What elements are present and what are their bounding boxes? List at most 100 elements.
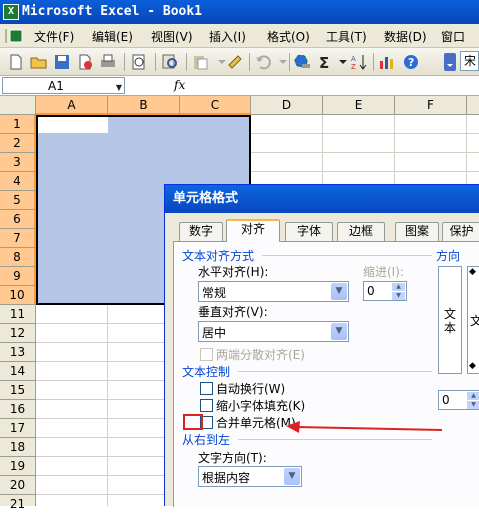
vertical-text-label: 文本: [444, 307, 457, 335]
menu-window[interactable]: 窗口: [441, 28, 465, 45]
row-header[interactable]: 7: [0, 229, 36, 248]
title-bar: X Microsoft Excel - Book1: [0, 0, 479, 24]
horizontal-align-select[interactable]: 常规 ▼: [198, 281, 349, 302]
spin-up-icon[interactable]: ▲: [467, 392, 479, 400]
text-direction-select[interactable]: 根据内容 ▼: [198, 466, 302, 487]
tab-border[interactable]: 边框: [337, 222, 385, 241]
paste-icon[interactable]: [191, 53, 209, 71]
alignment-panel: 文本对齐方式 水平对齐(H): 常规 ▼ 缩进(I): 0 ▲ ▼ 垂直对齐(V…: [173, 241, 479, 507]
spin-down-icon[interactable]: ▼: [392, 292, 405, 300]
row-header[interactable]: 19: [0, 457, 36, 476]
svg-text:?: ?: [408, 56, 414, 69]
row-header[interactable]: 15: [0, 381, 36, 400]
permission-icon[interactable]: [76, 53, 94, 71]
indent-value: 0: [367, 284, 375, 298]
row-header[interactable]: 2: [0, 134, 36, 153]
text-direction-value: 根据内容: [202, 471, 251, 485]
row-header[interactable]: 20: [0, 476, 36, 495]
menu-format[interactable]: 格式(O): [267, 28, 310, 45]
chevron-down-icon[interactable]: ▼: [284, 468, 300, 485]
column-header-b[interactable]: B: [108, 96, 180, 115]
menu-tools[interactable]: 工具(T): [326, 28, 367, 45]
spin-down-icon[interactable]: ▼: [467, 401, 479, 409]
indent-stepper[interactable]: 0 ▲ ▼: [363, 281, 407, 301]
menu-insert[interactable]: 插入(I): [209, 28, 246, 45]
chevron-down-icon[interactable]: ▼: [331, 323, 347, 340]
toolbar-options-icon[interactable]: [444, 53, 456, 71]
format-painter-icon[interactable]: [226, 53, 244, 71]
row-header[interactable]: 3: [0, 153, 36, 172]
autosum-icon[interactable]: Σ: [316, 53, 334, 71]
svg-text:A: A: [351, 55, 356, 63]
row-header[interactable]: 13: [0, 343, 36, 362]
distributed-checkbox[interactable]: [200, 348, 213, 361]
menu-view[interactable]: 视图(V): [151, 28, 193, 45]
tab-number[interactable]: 数字: [179, 222, 223, 241]
row-header[interactable]: 21: [0, 495, 36, 511]
insert-function-icon[interactable]: fx: [174, 78, 185, 92]
row-header[interactable]: 8: [0, 248, 36, 267]
menu-file[interactable]: 文件(F): [34, 28, 74, 45]
tab-alignment[interactable]: 对齐: [226, 219, 280, 242]
distributed-label: 两端分散对齐(E): [216, 348, 305, 362]
row-header[interactable]: 4: [0, 172, 36, 191]
orientation-bottom-dot: ◆: [469, 361, 476, 371]
vertical-align-select[interactable]: 居中 ▼: [198, 321, 349, 342]
active-cell[interactable]: [38, 117, 108, 133]
format-cells-dialog: 单元格格式 数字 对齐 字体 边框 图案 保护 文本对齐方式 水平对齐(H): …: [164, 184, 479, 507]
chevron-down-icon[interactable]: ▼: [331, 283, 347, 300]
annotation-highlight-box: [183, 414, 203, 430]
vertical-align-value: 居中: [202, 326, 227, 340]
row-header[interactable]: 9: [0, 267, 36, 286]
tab-patterns[interactable]: 图案: [395, 222, 439, 241]
text-alignment-group-label: 文本对齐方式: [182, 249, 255, 263]
vertical-text-box[interactable]: 文本: [438, 266, 462, 374]
sort-ascending-icon[interactable]: AZ: [350, 53, 368, 71]
menu-edit[interactable]: 编辑(E): [92, 28, 133, 45]
row-header[interactable]: 12: [0, 324, 36, 343]
menu-data[interactable]: 数据(D): [384, 28, 427, 45]
hyperlink-icon[interactable]: [293, 53, 311, 71]
orientation-group-label: 方向: [436, 249, 461, 263]
chart-wizard-icon[interactable]: [378, 53, 396, 71]
column-header-e[interactable]: E: [323, 96, 395, 115]
row-header[interactable]: 18: [0, 438, 36, 457]
save-icon[interactable]: [53, 53, 71, 71]
column-header-c[interactable]: C: [180, 96, 251, 115]
row-header[interactable]: 14: [0, 362, 36, 381]
select-all-corner[interactable]: [0, 96, 36, 115]
row-header[interactable]: 5: [0, 191, 36, 210]
research-icon[interactable]: [161, 53, 179, 71]
row-header[interactable]: 17: [0, 419, 36, 438]
column-header-g[interactable]: [467, 96, 479, 115]
help-icon[interactable]: ?: [402, 53, 420, 71]
print-preview-icon[interactable]: [130, 53, 148, 71]
row-header[interactable]: 11: [0, 305, 36, 324]
dialog-title: 单元格格式: [165, 185, 479, 213]
degrees-stepper[interactable]: 0 ▲ ▼: [438, 390, 479, 410]
open-icon[interactable]: [30, 53, 48, 71]
orientation-dial[interactable]: ◆ 文 ◆: [467, 266, 479, 374]
shrink-to-fit-checkbox[interactable]: [200, 399, 213, 412]
column-header-f[interactable]: F: [395, 96, 467, 115]
new-icon[interactable]: [7, 53, 25, 71]
row-header[interactable]: 6: [0, 210, 36, 229]
tab-protection[interactable]: 保护: [442, 222, 479, 241]
font-combo[interactable]: 宋: [460, 51, 479, 71]
row-header[interactable]: 1: [0, 115, 36, 134]
column-header-d[interactable]: D: [251, 96, 323, 115]
chevron-down-icon[interactable]: ▼: [116, 83, 122, 92]
wrap-text-label: 自动换行(W): [216, 382, 286, 396]
row-header[interactable]: 16: [0, 400, 36, 419]
tab-font[interactable]: 字体: [285, 222, 333, 241]
wrap-text-checkbox[interactable]: [200, 382, 213, 395]
spin-up-icon[interactable]: ▲: [392, 283, 405, 291]
formula-bar: A1 ▼ fx: [0, 76, 479, 96]
row-header[interactable]: 10: [0, 286, 36, 305]
indent-label: 缩进(I):: [363, 265, 404, 279]
name-box[interactable]: A1 ▼: [2, 77, 125, 94]
excel-icon[interactable]: X: [3, 4, 19, 20]
column-header-a[interactable]: A: [36, 96, 108, 115]
undo-icon[interactable]: [254, 53, 272, 71]
print-icon[interactable]: [99, 53, 117, 71]
